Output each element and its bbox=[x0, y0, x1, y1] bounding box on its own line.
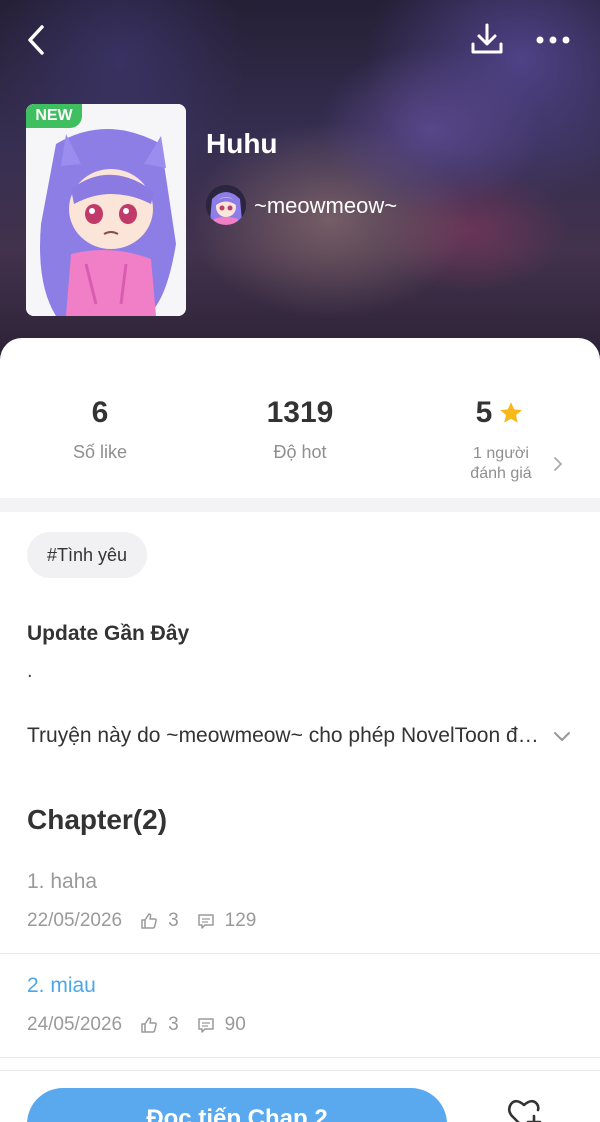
stat-rating[interactable]: 5 bbox=[440, 396, 560, 430]
new-badge: NEW bbox=[26, 104, 82, 128]
cover-illustration bbox=[26, 104, 186, 316]
likes-label: Số like bbox=[72, 442, 128, 462]
stat-likes: 6 Số like bbox=[40, 396, 160, 463]
chapter-date: 22/05/2026 bbox=[27, 910, 123, 931]
chapter-meta: 24/05/2026 3 90 bbox=[27, 1014, 246, 1036]
hot-value: 1319 bbox=[266, 396, 334, 429]
chapter-item[interactable]: 2. miau 24/05/2026 3 90 bbox=[0, 954, 600, 1058]
continue-reading-button[interactable]: Đọc tiếp Chap 2 bbox=[27, 1088, 447, 1122]
back-button[interactable] bbox=[22, 22, 54, 58]
stat-hot: 1319 Độ hot bbox=[240, 396, 360, 463]
cover-image bbox=[26, 104, 186, 316]
update-text: . bbox=[27, 660, 33, 682]
chevron-left-icon bbox=[28, 25, 44, 55]
chapter-date: 24/05/2026 bbox=[27, 1014, 123, 1035]
chapter-title: 1. haha bbox=[27, 870, 98, 893]
thumbs-up-icon bbox=[140, 1016, 158, 1034]
rating-count-line1: 1 người bbox=[473, 445, 529, 462]
rating-value: 5 bbox=[475, 396, 493, 429]
chapter-comments: 129 bbox=[224, 910, 257, 931]
comment-icon bbox=[197, 1016, 215, 1034]
more-dots-icon bbox=[536, 36, 570, 44]
chapter-meta: 22/05/2026 3 129 bbox=[27, 910, 256, 932]
chevron-right-icon[interactable] bbox=[552, 456, 564, 472]
rating-count[interactable]: 1 người đánh giá bbox=[456, 444, 546, 484]
comment-icon bbox=[197, 912, 215, 930]
bottom-bar-divider bbox=[0, 1070, 600, 1071]
more-options-button[interactable] bbox=[532, 26, 574, 54]
chevron-down-icon[interactable] bbox=[552, 730, 572, 744]
permission-text[interactable]: Truyện này do ~meowmeow~ cho phép NovelT… bbox=[27, 724, 547, 748]
chapter-likes: 3 bbox=[168, 1014, 179, 1035]
avatar-illustration bbox=[206, 185, 246, 225]
chapter-likes: 3 bbox=[168, 910, 179, 931]
thumbs-up-icon bbox=[140, 912, 158, 930]
heart-add-icon[interactable] bbox=[504, 1094, 544, 1122]
section-divider bbox=[0, 498, 600, 512]
likes-value: 6 bbox=[91, 396, 109, 429]
star-icon bbox=[500, 402, 523, 423]
tag-chip[interactable]: #Tình yêu bbox=[27, 532, 148, 578]
author-name[interactable]: ~meowmeow~ bbox=[254, 193, 397, 219]
update-title: Update Gần Đây bbox=[27, 622, 190, 645]
chapter-title: 2. miau bbox=[27, 974, 96, 997]
download-button[interactable] bbox=[468, 20, 506, 58]
story-title: Huhu bbox=[206, 128, 278, 159]
chapter-comments: 90 bbox=[224, 1014, 246, 1035]
hot-label: Độ hot bbox=[273, 442, 327, 462]
author-avatar[interactable] bbox=[206, 185, 246, 225]
download-icon bbox=[471, 23, 503, 54]
rating-count-line2: đánh giá bbox=[470, 465, 532, 482]
chapter-item[interactable]: 1. haha 22/05/2026 3 129 bbox=[0, 850, 600, 954]
chapter-list-header: Chapter(2) bbox=[27, 804, 168, 835]
